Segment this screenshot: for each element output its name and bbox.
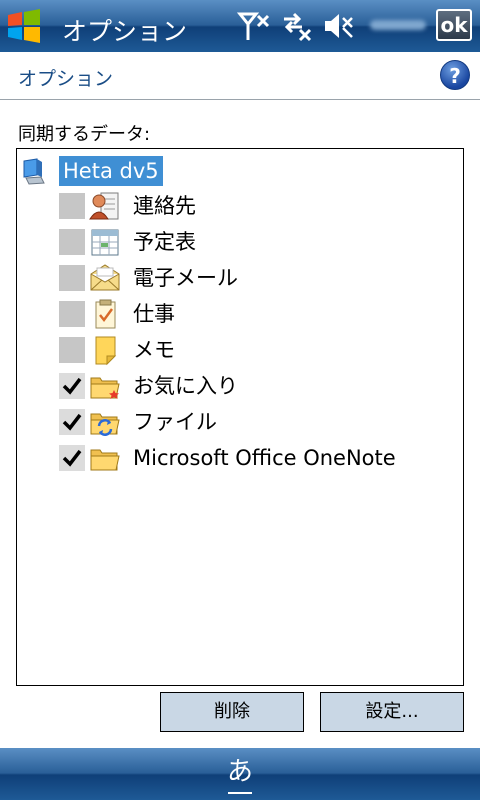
contacts-icon [89,192,119,220]
signal-off-icon[interactable] [236,10,272,42]
sync-item-calendar[interactable]: 予定表 [59,225,459,259]
input-method-button[interactable]: あ [222,754,258,794]
sync-item-files[interactable]: ファイル [59,405,459,439]
checkbox[interactable] [59,445,85,471]
sync-item-label: 仕事 [133,302,175,326]
app-title: オプション [62,17,188,46]
notes-icon [95,336,117,366]
email-icon [90,264,120,291]
checkbox[interactable] [59,409,85,435]
sync-files-folder-icon [90,413,120,436]
start-button[interactable] [4,6,44,46]
sync-item-label: 予定表 [133,230,196,254]
sync-item-label: Microsoft Office OneNote [133,446,396,470]
data-off-icon[interactable] [280,10,316,42]
sync-data-label: 同期するデータ: [18,124,151,145]
ime-underline [228,792,252,794]
checkbox[interactable] [59,373,85,399]
ok-button[interactable]: ok [436,9,472,41]
checkmark-icon [62,413,82,431]
title-bar: オプション ok [0,0,480,52]
checkmark-icon [62,377,82,395]
volume-muted-icon[interactable] [322,10,358,42]
sync-item-label: メモ [133,338,175,362]
sync-item-label: 電子メール [133,266,238,290]
sync-item-tasks[interactable]: 仕事 [59,297,459,331]
sync-item-label: 連絡先 [133,194,196,218]
windows-flag-icon [8,9,40,43]
clock-blurred [370,20,426,30]
sync-item-notes[interactable]: メモ [59,333,459,367]
checkbox[interactable] [59,337,85,363]
tree-root-label[interactable]: Heta dv5 [59,156,163,186]
sync-item-label: ファイル [133,410,217,434]
calendar-icon [91,229,119,256]
delete-button[interactable]: 削除 [160,692,304,732]
sync-item-contacts[interactable]: 連絡先 [59,189,459,223]
folder-icon [90,449,120,471]
sync-item-email[interactable]: 電子メール [59,261,459,295]
checkbox[interactable] [59,301,85,327]
sync-item-favorites[interactable]: お気に入り [59,369,459,403]
sync-item-label: お気に入り [133,374,238,398]
ime-label: あ [226,757,253,787]
tasks-icon [95,299,116,329]
bottom-softkey-bar: あ [0,748,480,800]
desktop-pc-icon [23,158,45,185]
checkmark-icon [62,449,82,467]
help-icon[interactable]: ? [440,60,470,90]
sync-tree[interactable]: Heta dv5 連絡先 予定表 電子メール 仕事 メモ お気に入り ファイル … [16,148,464,686]
checkbox[interactable] [59,193,85,219]
checkbox[interactable] [59,265,85,291]
page-title: オプション [18,68,114,90]
settings-button[interactable]: 設定... [320,692,464,732]
favorites-folder-icon [90,377,120,399]
page-header: オプション ? [0,52,480,100]
checkbox[interactable] [59,229,85,255]
sync-item-onenote[interactable]: Microsoft Office OneNote [59,441,459,475]
